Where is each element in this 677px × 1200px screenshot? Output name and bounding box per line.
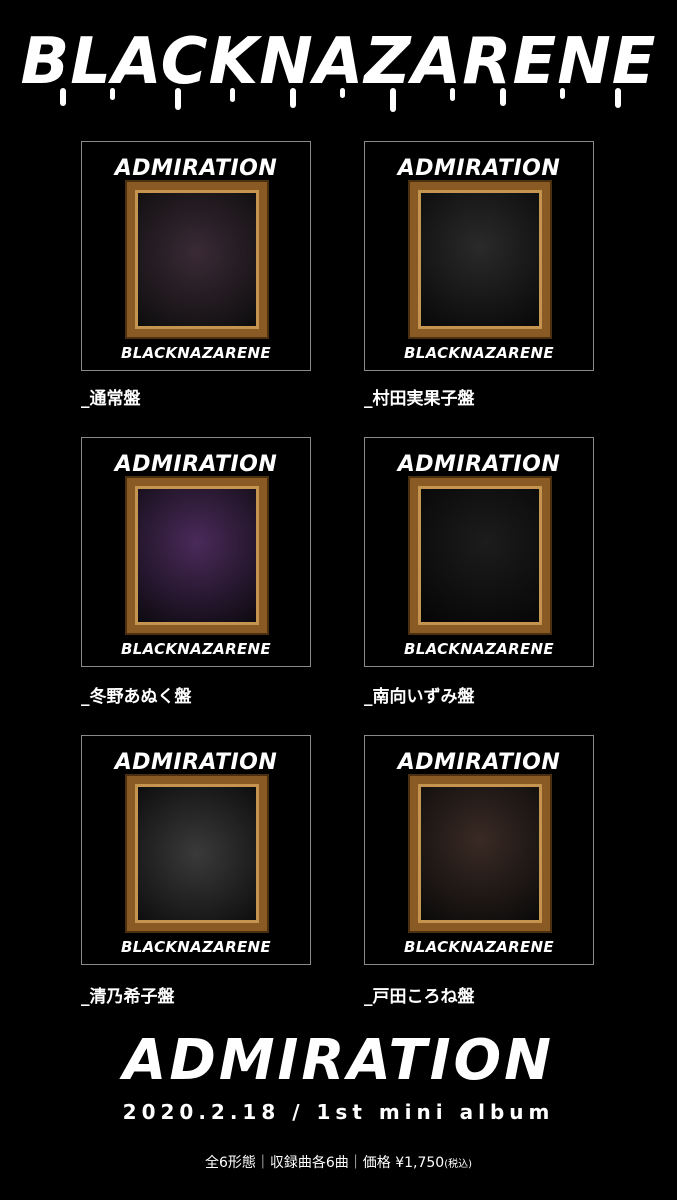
- portrait-photo-icon: [421, 787, 539, 920]
- edition-card-murata[interactable]: ADMIRATION BLACKNAZARENE: [364, 141, 594, 371]
- edition-card-regular[interactable]: ADMIRATION BLACKNAZARENE: [81, 141, 311, 371]
- ornate-frame: [127, 776, 267, 931]
- product-info: 全6形態｜収録曲各6曲｜価格 ¥1,750(税込): [0, 1152, 677, 1172]
- edition-label: _村田実果子盤: [364, 389, 475, 409]
- cover-title: ADMIRATION: [114, 156, 278, 181]
- edition-label: _通常盤: [81, 389, 141, 409]
- edition-card-kiyono[interactable]: ADMIRATION BLACKNAZARENE: [81, 735, 311, 965]
- cover-title: ADMIRATION: [114, 750, 278, 775]
- portrait-photo-icon: [138, 787, 256, 920]
- cover-title: ADMIRATION: [114, 452, 278, 477]
- cover-band-name: BLACKNAZARENE: [121, 938, 271, 956]
- cover-title: ADMIRATION: [397, 452, 561, 477]
- group-photo-icon: [138, 193, 256, 326]
- edition-card-fuyuno[interactable]: ADMIRATION BLACKNAZARENE: [81, 437, 311, 667]
- cover-title: ADMIRATION: [397, 156, 561, 181]
- ornate-frame: [127, 182, 267, 337]
- cover-band-name: BLACKNAZARENE: [404, 640, 554, 658]
- edition-label: _清乃希子盤: [81, 987, 175, 1007]
- cover-band-name: BLACKNAZARENE: [121, 344, 271, 362]
- band-logo: BLACKNAZARENE: [20, 25, 657, 99]
- ornate-frame: [127, 478, 267, 633]
- portrait-photo-icon: [138, 489, 256, 622]
- info-tax: (税込): [444, 1159, 473, 1170]
- album-title: ADMIRATION: [123, 1028, 554, 1093]
- edition-card-minamimukai[interactable]: ADMIRATION BLACKNAZARENE: [364, 437, 594, 667]
- ornate-frame: [410, 478, 550, 633]
- portrait-photo-icon: [421, 193, 539, 326]
- cover-band-name: BLACKNAZARENE: [121, 640, 271, 658]
- edition-label: _戸田ころね盤: [364, 987, 475, 1007]
- info-main: 全6形態｜収録曲各6曲｜価格 ¥1,750: [204, 1155, 445, 1171]
- cover-title: ADMIRATION: [397, 750, 561, 775]
- ornate-frame: [410, 776, 550, 931]
- edition-label: _南向いずみ盤: [364, 687, 475, 707]
- edition-card-toda[interactable]: ADMIRATION BLACKNAZARENE: [364, 735, 594, 965]
- drip-decoration: [60, 88, 621, 112]
- cover-band-name: BLACKNAZARENE: [404, 344, 554, 362]
- portrait-photo-icon: [421, 489, 539, 622]
- edition-label: _冬野あぬく盤: [81, 687, 192, 707]
- release-info: 2020.2.18 / 1st mini album: [122, 1100, 555, 1124]
- ornate-frame: [410, 182, 550, 337]
- cover-band-name: BLACKNAZARENE: [404, 938, 554, 956]
